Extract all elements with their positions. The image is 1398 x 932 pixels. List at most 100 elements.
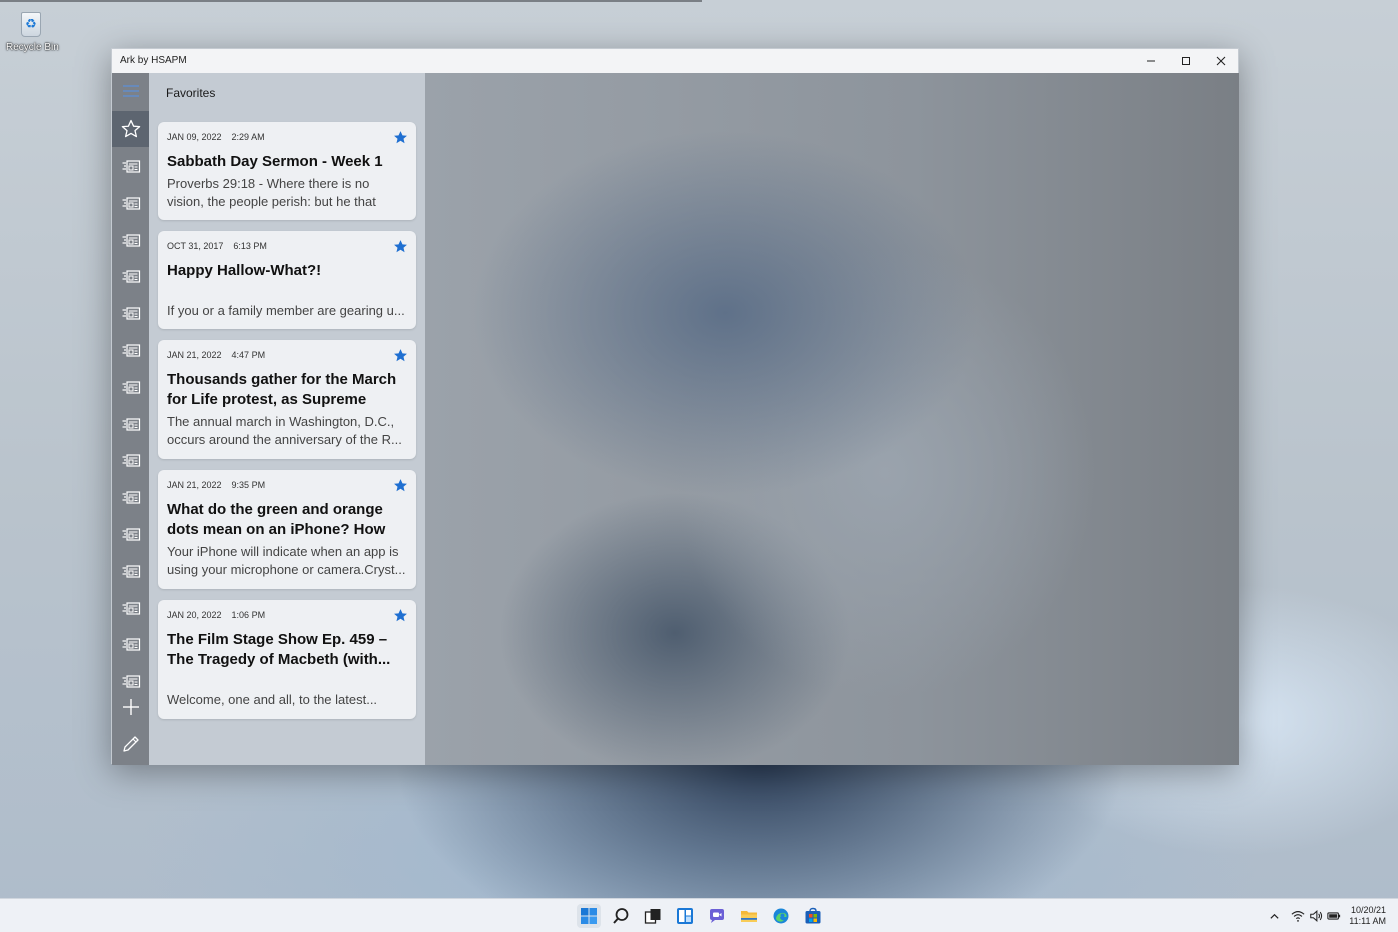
chat-button[interactable] [705,904,729,928]
file-explorer-button[interactable] [737,904,761,928]
article-card[interactable]: JAN 21, 2022 9:35 PM What do the green an… [158,470,416,589]
recycle-bin-shortcut[interactable]: ♻ Recycle Bin [6,8,59,53]
task-view-button[interactable] [641,904,665,928]
maximize-icon [1181,57,1190,65]
nav-feed-item[interactable] [112,664,149,700]
article-excerpt: Your iPhone will indicate when an app is… [167,544,406,577]
app-window: Ark by HSAPM Favorites JAN 09, 2022 2:29… [111,48,1239,765]
article-card[interactable]: JAN 21, 2022 4:47 PM Thousands gather for… [158,340,416,459]
feed-icon [122,344,140,357]
task-view-icon [644,909,661,924]
article-meta: JAN 09, 2022 2:29 AM [167,132,265,142]
feed-icon [122,197,140,210]
article-excerpt: If you or a family member are gearing u.… [167,303,405,318]
nav-feed-item[interactable] [112,443,149,479]
article-meta: JAN 20, 2022 1:06 PM [167,610,265,620]
title-bar[interactable]: Ark by HSAPM [112,49,1238,73]
feed-icon [122,307,140,320]
search-button[interactable] [609,904,633,928]
clock[interactable]: 10/20/21 11:11 AM [1349,905,1386,927]
nav-feed-item[interactable] [112,186,149,222]
feed-icon [122,638,140,651]
feed-icon [122,160,140,173]
recycle-bin-label: Recycle Bin [6,42,59,53]
feed-icon [122,454,140,467]
pencil-icon [122,736,139,752]
nav-feed-item[interactable] [112,149,149,185]
article-card[interactable]: OCT 31, 2017 6:13 PM Happy Hallow-What?! … [158,231,416,329]
show-hidden-icons-button[interactable] [1266,908,1282,924]
maximize-button[interactable] [1168,49,1203,73]
favorite-star-icon[interactable] [393,239,408,254]
article-date: JAN 20, 2022 [167,610,222,620]
feed-icon [122,675,140,688]
widgets-button[interactable] [673,904,697,928]
favorite-star-icon[interactable] [393,478,408,493]
screen-top-edge [0,0,702,2]
volume-button[interactable] [1308,908,1324,924]
feed-icon [122,491,140,504]
article-time: 9:35 PM [231,480,266,490]
star-outline-icon [121,119,140,138]
article-card[interactable]: JAN 20, 2022 1:06 PM The Film Stage Show … [158,600,416,719]
nav-feed-item[interactable] [112,517,149,553]
feed-icon [122,417,140,431]
taskbar: 10/20/21 11:11 AM [0,898,1398,932]
article-time: 6:13 PM [233,241,267,251]
nav-feed-item[interactable] [112,554,149,590]
minimize-button[interactable] [1133,49,1168,73]
article-title: Thousands gather for the March for Life … [167,371,397,408]
edge-icon [773,908,789,924]
article-title: Happy Hallow-What?! [167,262,322,279]
nav-feed-item[interactable] [112,223,149,259]
article-time: 4:47 PM [231,350,266,360]
feed-icon [122,270,140,283]
wifi-icon [1291,911,1305,922]
clock-date: 10/20/21 [1350,905,1386,915]
feed-icon [122,381,140,394]
article-excerpt: Proverbs 29:18 - Where there is no visio… [167,176,376,209]
article-meta: OCT 31, 2017 6:13 PM [167,241,267,251]
battery-icon [1327,912,1341,920]
article-excerpt: Welcome, one and all, to the latest... [167,692,378,707]
favorite-star-icon[interactable] [393,130,408,145]
recycle-bin-icon: ♻ [17,8,45,38]
nav-feed-item[interactable] [112,407,149,443]
close-icon [1216,56,1225,66]
nav-feed-item[interactable] [112,480,149,516]
article-meta: JAN 21, 2022 9:35 PM [167,480,265,490]
favorite-star-icon[interactable] [393,608,408,623]
nav-feed-item[interactable] [112,333,149,369]
article-date: JAN 21, 2022 [167,480,222,490]
window-title: Ark by HSAPM [120,55,187,66]
favorite-star-icon[interactable] [393,348,408,363]
network-button[interactable] [1290,908,1306,924]
close-button[interactable] [1203,49,1238,73]
nav-feed-item[interactable] [112,370,149,406]
article-date: OCT 31, 2017 [167,241,224,251]
reading-pane [425,73,1239,765]
store-button[interactable] [801,904,825,928]
start-button[interactable] [577,904,601,928]
nav-feed-item[interactable] [112,591,149,627]
store-icon [805,907,821,924]
nav-feed-item[interactable] [112,627,149,663]
article-excerpt: The annual march in Washington, D.C., oc… [167,414,402,447]
nav-rail [112,73,149,765]
nav-favorites[interactable] [112,111,149,147]
edge-browser-button[interactable] [769,904,793,928]
nav-feed-item[interactable] [112,259,149,295]
hamburger-icon [122,85,139,97]
article-title: The Film Stage Show Ep. 459 – The Traged… [167,631,391,668]
article-card[interactable]: JAN 09, 2022 2:29 AM Sabbath Day Sermon -… [158,122,416,220]
hamburger-menu-button[interactable] [112,73,149,109]
article-date: JAN 21, 2022 [167,350,222,360]
nav-feed-item[interactable] [112,296,149,332]
article-time: 2:29 AM [231,132,265,142]
battery-button[interactable] [1326,908,1342,924]
search-icon [613,908,629,924]
article-date: JAN 09, 2022 [167,132,222,142]
speaker-icon [1310,910,1323,922]
edit-button[interactable] [112,726,149,762]
chat-icon [710,909,724,923]
